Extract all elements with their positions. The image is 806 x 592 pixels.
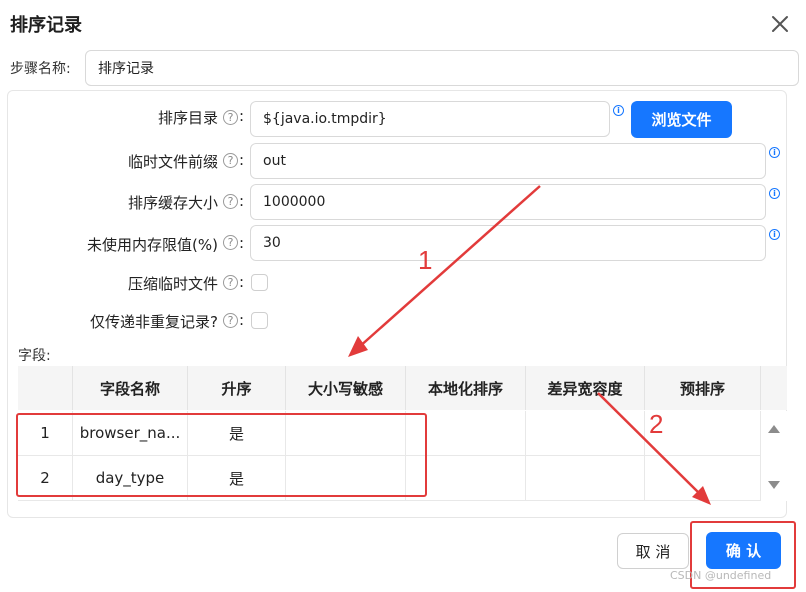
annotation-arrow-1 — [357, 185, 541, 349]
watermark: CSDN @undefined — [670, 569, 772, 582]
annotation-arrows — [348, 185, 711, 505]
annotation-arrow-2 — [597, 392, 704, 498]
